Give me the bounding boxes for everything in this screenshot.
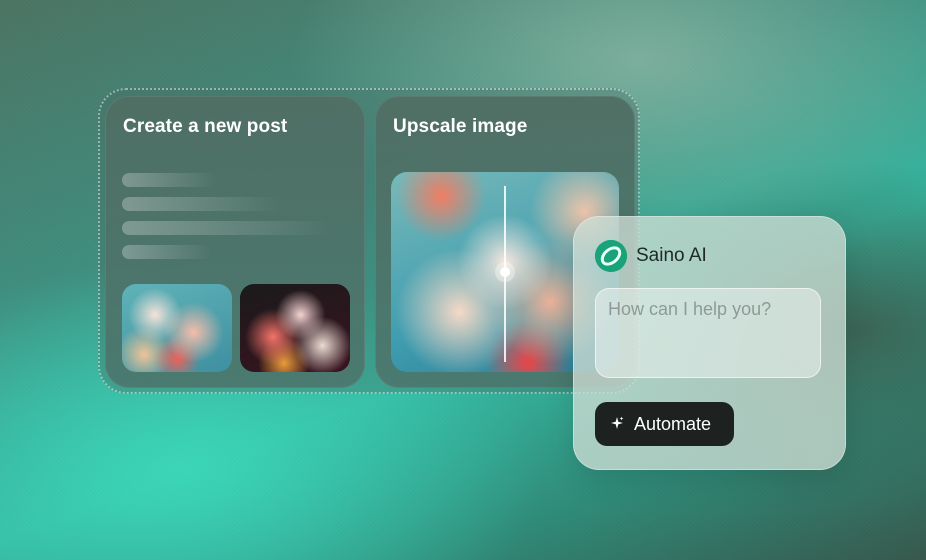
assistant-card: Saino AI How can I help you? Automate: [573, 216, 846, 470]
create-post-title: Create a new post: [123, 116, 288, 137]
upscale-image-title: Upscale image: [393, 116, 528, 137]
text-placeholder-line: [122, 245, 212, 259]
assistant-name: Saino AI: [636, 245, 707, 266]
saino-logo-icon: [595, 240, 627, 272]
text-placeholder-line: [122, 221, 332, 235]
create-post-card[interactable]: Create a new post: [105, 96, 365, 388]
automate-button-label: Automate: [634, 413, 712, 434]
assistant-prompt-placeholder: How can I help you?: [608, 299, 772, 319]
comparison-slider-handle[interactable]: [495, 262, 515, 282]
post-image-thumbnail[interactable]: [122, 284, 232, 372]
text-placeholder-line: [122, 197, 282, 211]
assistant-prompt-input[interactable]: How can I help you?: [595, 288, 821, 378]
sparkle-icon: [610, 414, 624, 435]
text-placeholder-line: [122, 173, 217, 187]
automate-button[interactable]: Automate: [595, 402, 734, 446]
post-image-thumbnail[interactable]: [240, 284, 350, 372]
